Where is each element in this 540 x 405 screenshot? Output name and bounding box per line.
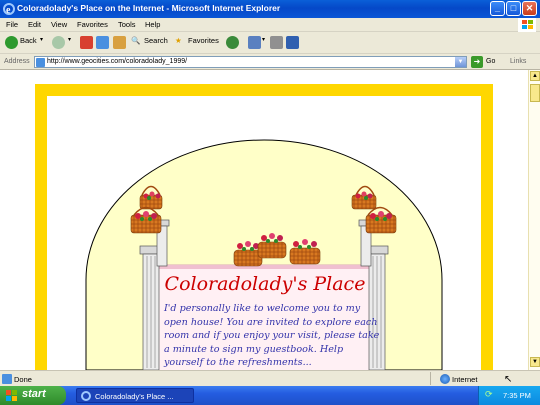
scroll-down-icon[interactable]: ▼ xyxy=(530,357,540,367)
scroll-thumb[interactable] xyxy=(530,84,540,102)
maximize-button[interactable]: □ xyxy=(506,1,521,16)
welcome-text: I'd personally like to welcome you to my… xyxy=(164,302,380,370)
window-title: Coloradolady's Place on the Internet - M… xyxy=(17,3,281,13)
menu-file[interactable]: File xyxy=(6,20,18,29)
stop-icon[interactable] xyxy=(80,36,93,49)
menu-help[interactable]: Help xyxy=(145,20,160,29)
welcome-line: open house! You are invited to explore e… xyxy=(164,316,378,328)
mouse-cursor-icon: ↖ xyxy=(504,374,513,385)
network-icon[interactable]: ⟳ xyxy=(485,389,493,400)
taskbar-item-ie[interactable]: Coloradolady's Place ... xyxy=(76,388,194,403)
clock[interactable]: 7:35 PM xyxy=(503,391,531,400)
welcome-line: yourself to the refreshments... xyxy=(164,357,312,368)
menu-bar: File Edit View Favorites Tools Help xyxy=(0,18,540,32)
page-status-icon xyxy=(2,374,12,384)
search-button[interactable]: Search xyxy=(144,36,168,50)
system-tray: ⟳ 7:35 PM xyxy=(478,386,540,405)
page-content: Coloradolady's Place I'd personally like… xyxy=(0,70,528,370)
search-icon[interactable]: 🔍 xyxy=(131,36,140,50)
vertical-scrollbar[interactable]: ▲ ▼ xyxy=(528,70,540,370)
welcome-line: room and if you enjoy your visit, please… xyxy=(164,330,380,341)
address-input[interactable]: http://www.geocities.com/coloradolady_19… xyxy=(34,56,467,68)
taskbar: start Coloradolady's Place ... ⟳ 7:35 PM xyxy=(0,386,540,405)
back-arrow-icon[interactable] xyxy=(5,36,18,49)
scroll-up-icon[interactable]: ▲ xyxy=(530,71,540,81)
address-bar: Address http://www.geocities.com/colorad… xyxy=(0,54,540,70)
forward-arrow-icon[interactable] xyxy=(52,36,65,49)
menu-favorites[interactable]: Favorites xyxy=(77,20,108,29)
favorites-star-icon[interactable]: ★ xyxy=(175,36,182,50)
status-divider xyxy=(430,372,431,385)
back-button[interactable]: Back xyxy=(20,36,37,50)
minimize-button[interactable]: _ xyxy=(490,1,505,16)
menu-edit[interactable]: Edit xyxy=(28,20,41,29)
media-icon[interactable] xyxy=(226,36,239,49)
status-bar: Done Internet ↖ xyxy=(0,370,540,386)
windows-flag-icon xyxy=(6,390,17,401)
close-button[interactable]: ✕ xyxy=(522,1,537,16)
svg-text:e: e xyxy=(6,5,11,15)
page-icon xyxy=(36,58,45,67)
welcome-line: I'd personally like to welcome you to my xyxy=(164,303,361,314)
edit-icon[interactable] xyxy=(286,36,299,49)
forward-dropdown-icon[interactable]: ▾ xyxy=(68,36,71,50)
taskbar-item-label: Coloradolady's Place ... xyxy=(95,392,174,401)
links-button[interactable]: Links xyxy=(510,58,526,65)
page-heading: Coloradolady's Place xyxy=(164,273,366,295)
welcome-line: a minute to sign my guestbook. Help xyxy=(164,343,344,355)
ie-logo-icon: e xyxy=(3,3,15,16)
ie-taskbar-icon xyxy=(81,391,91,401)
windows-logo-icon xyxy=(518,18,536,32)
zone-text: Internet xyxy=(452,375,478,384)
title-bar: e Coloradolady's Place on the Internet -… xyxy=(0,0,540,18)
address-dropdown-icon[interactable]: ▼ xyxy=(455,57,466,67)
home-icon[interactable] xyxy=(113,36,126,49)
print-icon[interactable] xyxy=(270,36,283,49)
address-url: http://www.geocities.com/coloradolady_19… xyxy=(47,58,188,65)
mail-dropdown-icon[interactable]: ▾ xyxy=(262,36,265,50)
address-label: Address xyxy=(4,58,30,65)
back-dropdown-icon[interactable]: ▾ xyxy=(40,36,43,50)
favorites-button[interactable]: Favorites xyxy=(188,36,219,50)
go-arrow-icon[interactable]: ➜ xyxy=(471,56,483,68)
go-button[interactable]: Go xyxy=(486,58,495,65)
start-label: start xyxy=(22,388,46,400)
refresh-icon[interactable] xyxy=(96,36,109,49)
menu-tools[interactable]: Tools xyxy=(118,20,136,29)
start-button[interactable]: start xyxy=(0,386,66,405)
status-text: Done xyxy=(14,375,32,384)
mail-icon[interactable] xyxy=(248,36,261,49)
menu-view[interactable]: View xyxy=(51,20,67,29)
internet-globe-icon xyxy=(440,374,450,384)
toolbar: Back ▾ ▾ 🔍 Search ★ Favorites ▾ xyxy=(0,32,540,54)
